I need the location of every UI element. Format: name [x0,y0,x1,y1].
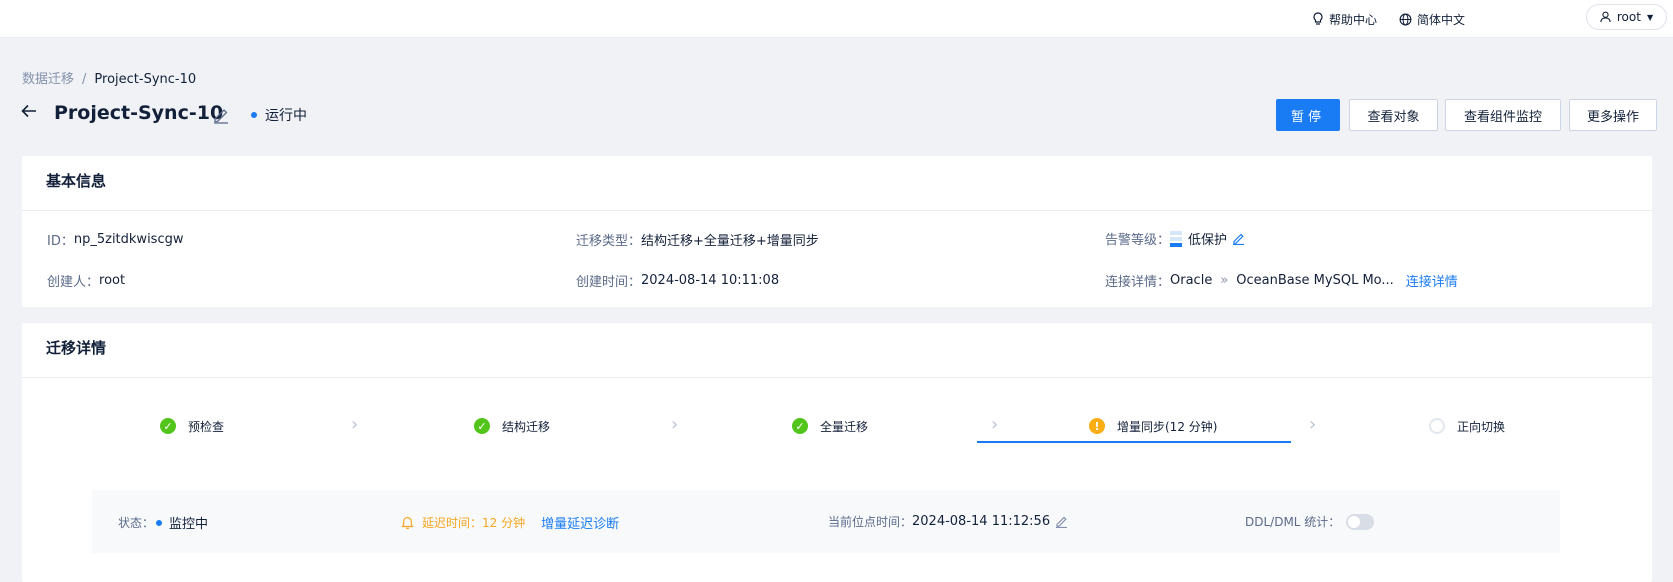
help-center-label: 帮助中心 [1329,12,1378,27]
ddl-label: DDL/DML 统计： [1245,515,1341,529]
language-label: 简体中文 [1417,12,1466,27]
user-menu-button[interactable]: root ▼ [1586,4,1667,30]
chevron-right-icon: › [1309,414,1317,435]
check-circle-icon: ✓ [792,418,808,434]
check-circle-icon: ✓ [160,418,176,434]
language-switch[interactable]: 简体中文 [1399,9,1465,29]
alarm-value: 低保护 [1188,233,1228,248]
chevron-right-icon: › [351,414,359,435]
running-status-dot [251,112,257,118]
step-label: 增量同步(12 分钟) [1117,419,1218,434]
step-incremental-sync[interactable]: ! 增量同步(12 分钟) [1089,414,1217,438]
migration-detail-title: 迁移详情 [22,323,1652,378]
edit-alarm-icon[interactable] [1232,232,1245,245]
creator-label: 创建人： [47,275,100,290]
help-center-link[interactable]: 帮助中心 [1312,9,1377,29]
info-created-time: 创建时间： 2024-08-14 10:11:08 [576,271,779,290]
type-label: 迁移类型： [576,234,642,249]
step-full-migration[interactable]: ✓ 全量迁移 [792,414,868,438]
pending-circle-icon [1429,418,1445,434]
breadcrumb-separator: / [82,72,87,87]
position-label: 当前位点时间： [828,515,913,529]
delay-text: 延迟时间：12 分钟 [422,516,526,530]
edit-position-icon[interactable] [1055,515,1068,528]
connection-details-link[interactable]: 连接详情 [1406,271,1458,290]
top-bar: 帮助中心 简体中文 root ▼ [0,0,1673,38]
position-value: 2024-08-14 11:12:56 [912,514,1051,529]
conn-label: 连接详情： [1105,275,1171,290]
id-label: ID： [47,234,74,249]
created-value: 2024-08-14 10:11:08 [641,273,780,288]
view-monitor-button[interactable]: 查看组件监控 [1445,99,1561,131]
user-icon [1600,11,1611,23]
info-id: ID： np_5zitdkwiscgw [47,230,183,249]
info-creator: 创建人： root [47,271,125,290]
monitor-status: 状态： 监控中 [118,513,208,532]
alarm-label: 告警等级： [1105,233,1171,248]
step-label: 正向切换 [1457,419,1506,434]
step-label: 全量迁移 [820,419,869,434]
monitor-status-dot [156,519,163,526]
position-time: 当前位点时间： 2024-08-14 11:12:56 [828,513,1068,530]
delay-diagnosis-link[interactable]: 增量延迟诊断 [541,513,619,532]
warning-circle-icon: ! [1089,418,1105,434]
ddl-dml-toggle[interactable] [1346,513,1375,530]
info-alarm: 告警等级： 低保护 [1105,229,1245,248]
breadcrumb-current: Project-Sync-10 [94,72,197,87]
back-arrow-icon[interactable] [21,104,37,118]
step-precheck[interactable]: ✓ 预检查 [160,414,224,438]
conn-source: Oracle [1170,273,1213,288]
user-name: root [1616,10,1641,24]
step-label: 结构迁移 [502,419,551,434]
bell-icon [401,516,414,529]
info-connection: 连接详情： Oracle » OceanBase MySQL Mo... 连接详… [1105,271,1458,290]
status-value: 监控中 [169,517,209,532]
pause-button[interactable]: 暂停 [1276,99,1340,131]
view-objects-button[interactable]: 查看对象 [1349,99,1438,131]
caret-down-icon: ▼ [1646,12,1654,22]
conn-target: OceanBase MySQL Mo... [1236,273,1394,288]
chevron-right-icon: › [991,414,999,435]
info-type: 迁移类型： 结构迁移+全量迁移+增量同步 [576,230,819,249]
breadcrumb: 数据迁移 / Project-Sync-10 [22,68,196,87]
globe-icon [1399,13,1412,25]
breadcrumb-parent[interactable]: 数据迁移 [22,72,74,87]
type-value: 结构迁移+全量迁移+增量同步 [641,234,819,249]
creator-value: root [99,273,126,288]
edit-icon[interactable] [212,106,230,124]
delay-info: 延迟时间：12 分钟 增量延迟诊断 [401,513,619,532]
ddl-dml-stats: DDL/DML 统计： [1245,513,1375,530]
basic-info-title: 基本信息 [22,156,1652,211]
step-schema-migration[interactable]: ✓ 结构迁移 [474,414,550,438]
id-value: np_5zitdkwiscgw [73,232,184,247]
double-arrow-icon: » [1220,273,1229,288]
status-label: 状态： [118,516,155,530]
active-step-indicator [977,441,1291,443]
more-actions-button[interactable]: 更多操作 [1569,99,1657,131]
project-status: 运行中 [265,108,307,124]
step-label: 预检查 [188,419,225,434]
page-title: Project-Sync-10 [54,102,224,124]
lightbulb-icon [1313,12,1323,25]
created-label: 创建时间： [576,275,642,290]
check-circle-icon: ✓ [474,418,490,434]
alarm-level-icon [1170,230,1183,247]
chevron-right-icon: › [671,414,679,435]
step-forward-switch[interactable]: 正向切换 [1429,414,1505,438]
